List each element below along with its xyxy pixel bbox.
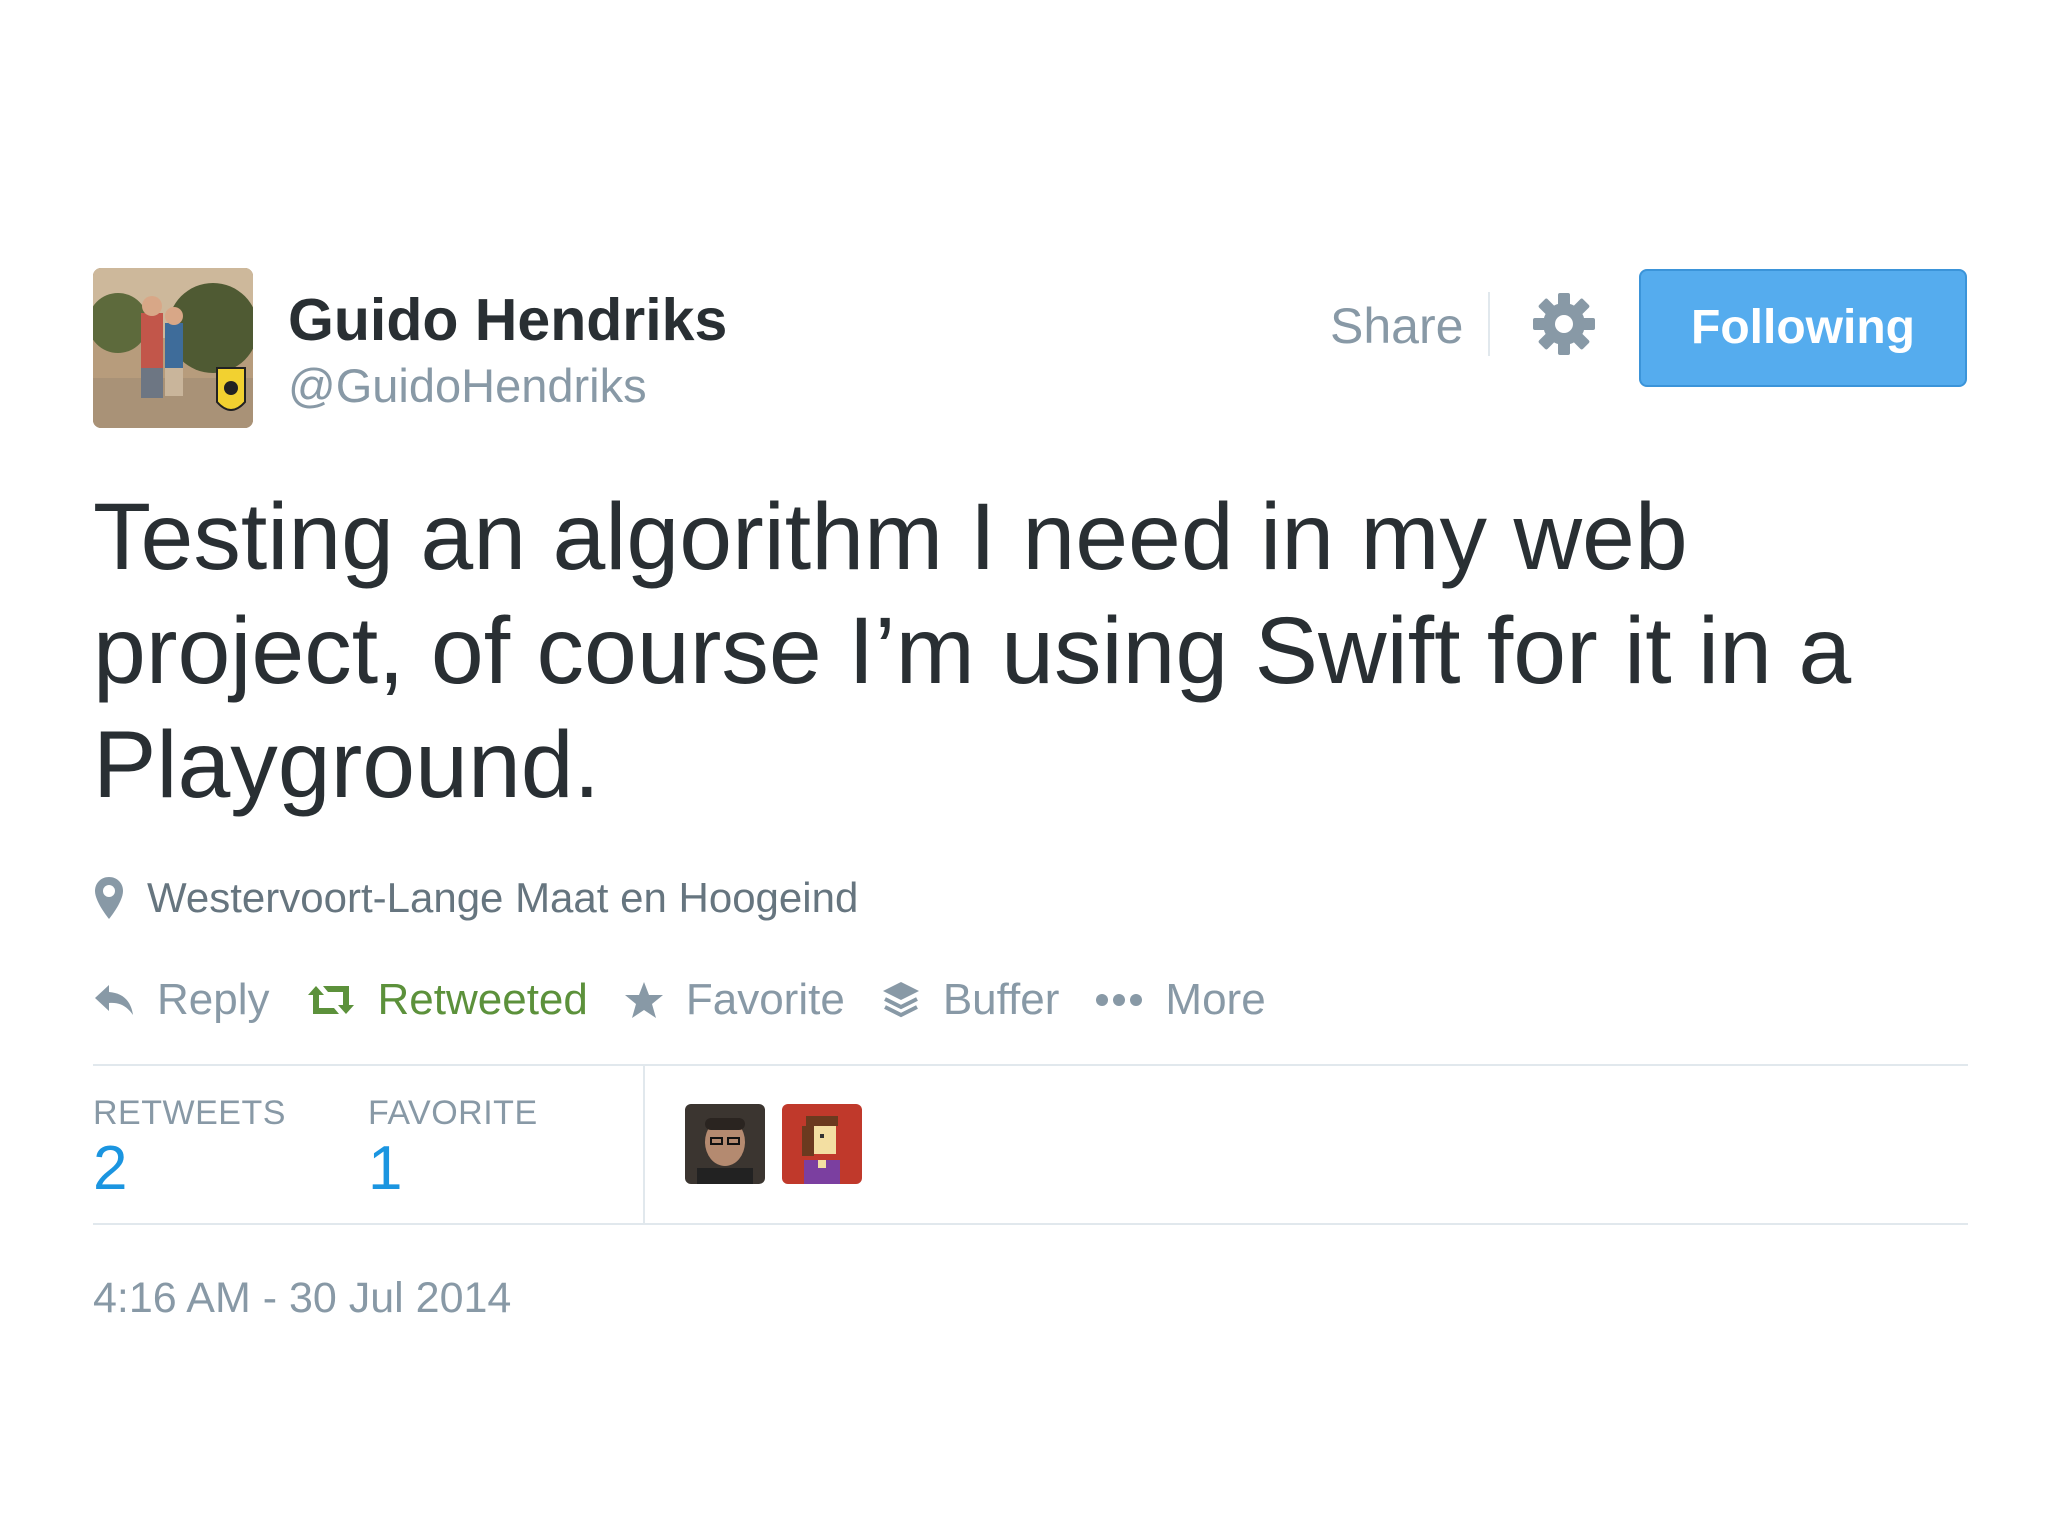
reply-arrow-icon (93, 983, 135, 1017)
retweeted-button[interactable]: Retweeted (306, 975, 588, 1025)
gear-icon (1533, 293, 1595, 355)
more-label: More (1165, 975, 1266, 1024)
share-link[interactable]: Share (1330, 296, 1463, 356)
retweets-count[interactable]: 2 (93, 1133, 127, 1205)
buffer-label: Buffer (942, 975, 1060, 1024)
retweet-icon (306, 983, 356, 1017)
ellipsis-icon (1095, 993, 1143, 1007)
user-avatar[interactable] (93, 268, 253, 428)
avatar-photo (93, 268, 253, 428)
favorite-label: Favorite (685, 975, 845, 1024)
retweeter-avatar[interactable] (782, 1104, 862, 1184)
stats-bottom-divider (93, 1223, 1968, 1225)
avatar-photo (685, 1104, 765, 1184)
screen-name[interactable]: @GuidoHendriks (288, 358, 647, 414)
stats-top-divider (93, 1064, 1968, 1066)
map-pin-icon (93, 875, 125, 921)
star-icon (624, 981, 664, 1019)
following-button[interactable]: Following (1639, 269, 1967, 387)
stats-vertical-divider (643, 1066, 645, 1224)
tweet-location[interactable]: Westervoort-Lange Maat en Hoogeind (93, 870, 858, 926)
buffer-button[interactable]: Buffer (881, 975, 1060, 1025)
tweet-actions: Reply Retweeted Favorite Buffer More (93, 965, 1302, 1035)
tweet-page: Guido Hendriks @GuidoHendriks Share Foll… (0, 0, 2048, 1536)
more-button[interactable]: More (1095, 975, 1266, 1025)
location-name: Westervoort-Lange Maat en Hoogeind (147, 874, 859, 921)
retweeter-avatar[interactable] (685, 1104, 765, 1184)
favorite-label: FAVORITE (368, 1094, 538, 1132)
stack-layers-icon (881, 980, 921, 1020)
reply-button[interactable]: Reply (93, 975, 270, 1025)
favorite-button[interactable]: Favorite (624, 975, 845, 1025)
retweeted-label: Retweeted (377, 975, 588, 1024)
header-divider (1488, 292, 1490, 356)
display-name[interactable]: Guido Hendriks (288, 287, 727, 353)
reply-label: Reply (157, 975, 270, 1024)
settings-button[interactable] (1530, 290, 1598, 358)
retweets-label: RETWEETS (93, 1094, 286, 1132)
tweet-text: Testing an algorithm I need in my web pr… (93, 484, 1852, 818)
favorite-count[interactable]: 1 (368, 1133, 402, 1205)
tweet-timestamp[interactable]: 4:16 AM - 30 Jul 2014 (93, 1272, 511, 1324)
avatar-photo (782, 1104, 862, 1184)
